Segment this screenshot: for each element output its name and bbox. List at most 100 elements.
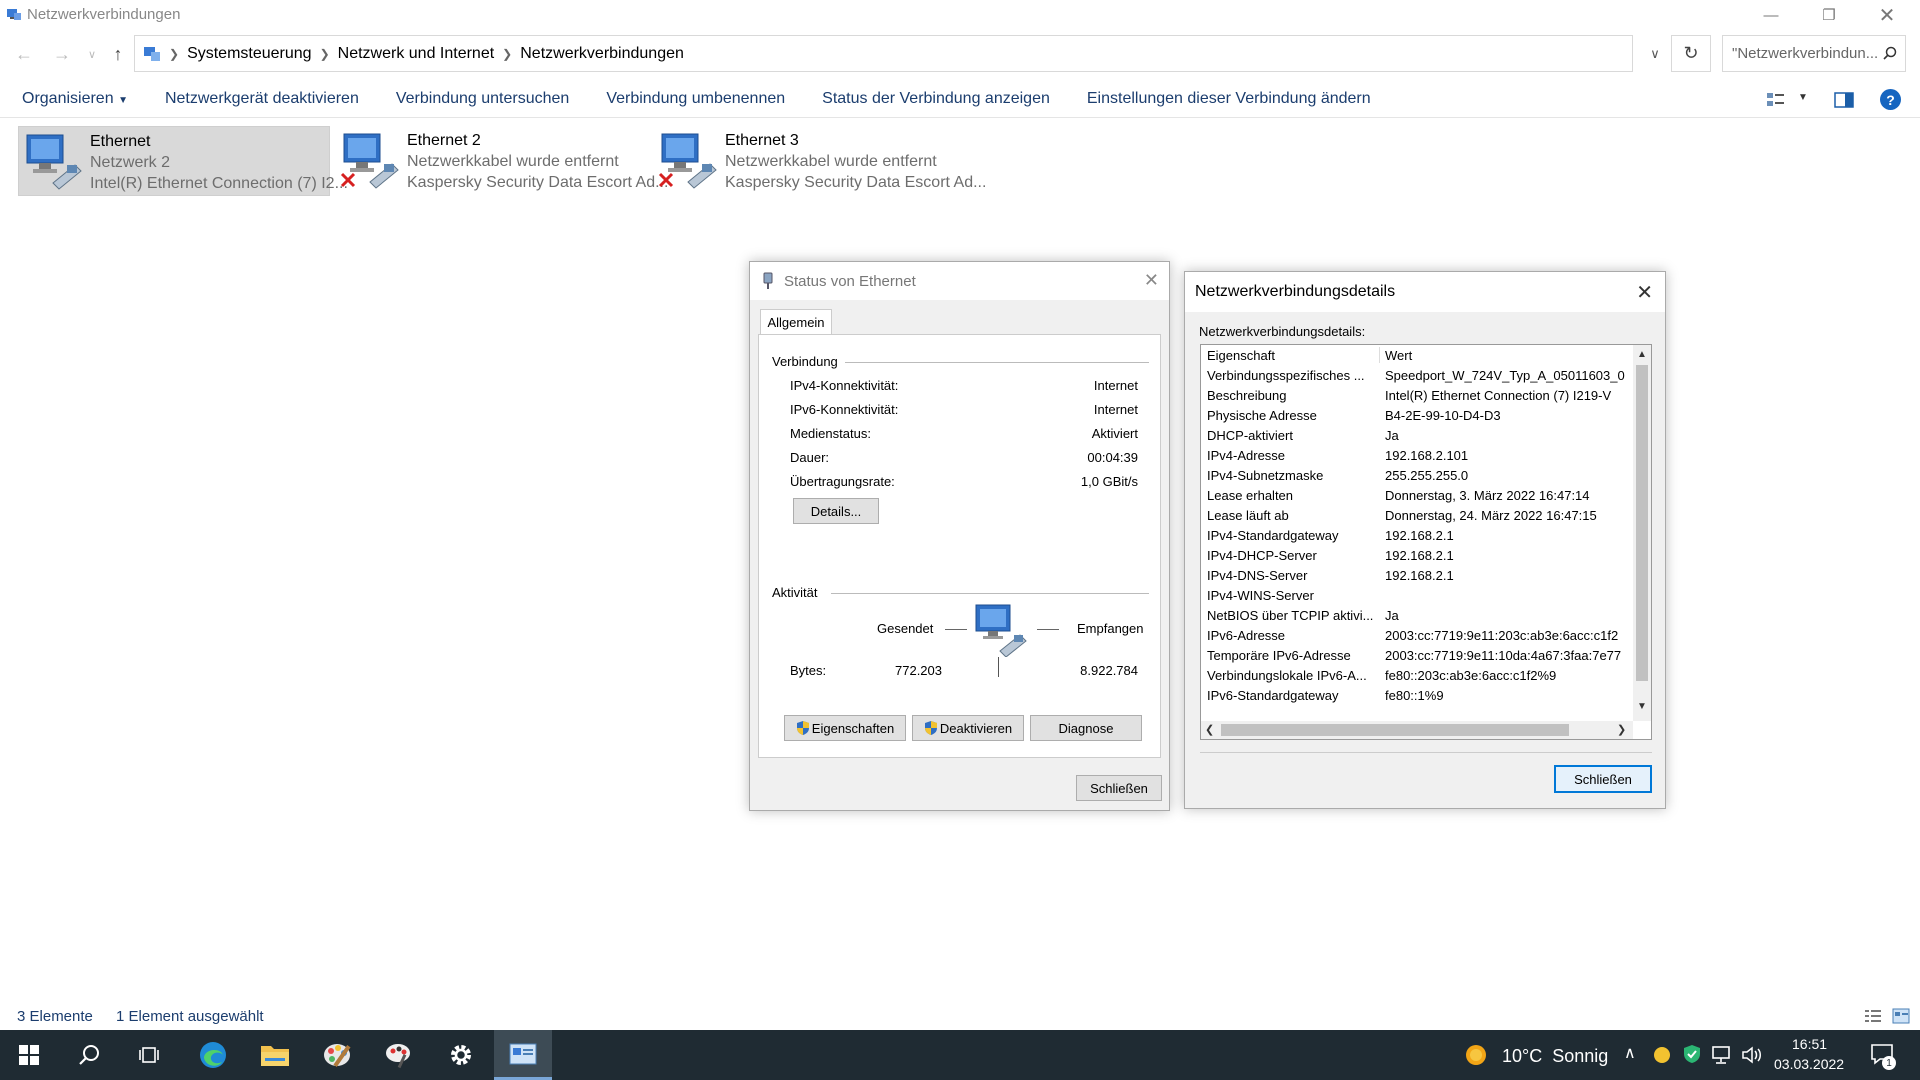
close-icon[interactable]: ✕ xyxy=(1636,280,1653,305)
scrollbar-thumb[interactable] xyxy=(1636,365,1648,681)
details-list-row[interactable]: IPv6-Standardgateway fe80::1%9 xyxy=(1201,685,1633,705)
minimize-button[interactable]: — xyxy=(1742,0,1800,30)
weather-text[interactable]: 10°C Sonnig xyxy=(1502,1046,1608,1067)
disable-button[interactable]: Deaktivieren xyxy=(912,715,1024,741)
organize-menu[interactable]: Organisieren ▼ xyxy=(22,90,128,108)
recent-chevron-icon[interactable]: ∨ xyxy=(78,38,106,70)
details-list-row[interactable]: Verbindungsspezifisches ... Speedport_W_7… xyxy=(1201,365,1633,385)
connection-item-ethernet-2[interactable]: Ethernet 2 Netzwerkkabel wurde entfernt … xyxy=(336,126,668,196)
search-input[interactable]: "Netzwerkverbindun... xyxy=(1722,35,1906,72)
view-status-button[interactable]: Status der Verbindung anzeigen xyxy=(822,90,1050,108)
disable-device-button[interactable]: Netzwerkgerät deaktivieren xyxy=(165,90,359,108)
details-list-row[interactable]: NetBIOS über TCPIP aktivi... Ja xyxy=(1201,605,1633,625)
details-dialog: Netzwerkverbindungsdetails ✕ Netzwerkver… xyxy=(1184,271,1666,809)
tiles-view-icon[interactable] xyxy=(1892,1008,1910,1024)
settings-gear-icon[interactable] xyxy=(432,1030,490,1080)
help-icon[interactable]: ? xyxy=(1880,89,1901,110)
diagnose-button[interactable]: Diagnose xyxy=(1030,715,1142,741)
breadcrumb-item[interactable]: Netzwerkverbindungen xyxy=(520,45,684,63)
scroll-up-icon[interactable]: ▲ xyxy=(1637,349,1647,360)
sent-label: Gesendet xyxy=(877,621,934,636)
weather-sun-icon[interactable] xyxy=(1464,1043,1488,1067)
row-value: Donnerstag, 3. März 2022 16:47:14 xyxy=(1385,488,1590,503)
connection-item-ethernet[interactable]: Ethernet Netzwerk 2 Intel(R) Ethernet Co… xyxy=(18,126,348,196)
show-hidden-icons-chevron[interactable]: ∧ xyxy=(1624,1043,1636,1063)
control-panel-taskbar-icon[interactable] xyxy=(494,1030,552,1080)
volume-icon[interactable] xyxy=(1741,1045,1763,1065)
status-dialog-title: Status von Ethernet xyxy=(784,273,916,290)
kaspersky-shield-icon[interactable] xyxy=(1683,1044,1701,1064)
breadcrumb-item[interactable]: Systemsteuerung xyxy=(187,45,312,63)
row-value: 192.168.2.1 xyxy=(1385,528,1454,543)
details-list-row[interactable]: IPv4-DNS-Server 192.168.2.1 xyxy=(1201,565,1633,585)
back-button[interactable]: ← xyxy=(10,38,38,70)
row-property: IPv6-Standardgateway xyxy=(1207,688,1339,703)
tray-sun-icon[interactable] xyxy=(1652,1045,1672,1065)
breadcrumb-separator-icon: ❯ xyxy=(169,46,180,61)
edge-browser-icon[interactable] xyxy=(184,1030,242,1080)
diagnose-connection-button[interactable]: Verbindung untersuchen xyxy=(396,90,569,108)
connection-item-ethernet-3[interactable]: Ethernet 3 Netzwerkkabel wurde entfernt … xyxy=(654,126,986,196)
details-list-row[interactable]: Temporäre IPv6-Adresse 2003:cc:7719:9e11:… xyxy=(1201,645,1633,665)
bytes-received-value: 8.922.784 xyxy=(1080,663,1138,678)
column-header-property[interactable]: Eigenschaft xyxy=(1207,348,1377,363)
network-tray-icon[interactable] xyxy=(1711,1045,1733,1065)
details-list-row[interactable]: IPv4-Subnetzmaske 255.255.255.0 xyxy=(1201,465,1633,485)
details-list-row[interactable]: Lease läuft ab Donnerstag, 24. März 2022 … xyxy=(1201,505,1633,525)
details-close-button[interactable]: Schließen xyxy=(1554,765,1652,793)
search-taskbar-icon[interactable] xyxy=(60,1030,118,1080)
view-options-icon[interactable] xyxy=(1766,91,1786,109)
close-window-button[interactable]: ✕ xyxy=(1858,0,1916,30)
details-button[interactable]: Details... xyxy=(793,498,879,524)
address-dropdown-icon[interactable]: ∨ xyxy=(1636,35,1674,72)
column-header-value[interactable]: Wert xyxy=(1385,348,1625,363)
preview-pane-icon[interactable] xyxy=(1834,91,1854,109)
start-button[interactable] xyxy=(0,1030,58,1080)
connection-network: Netzwerkkabel wurde entfernt xyxy=(725,153,937,170)
details-list[interactable]: Eigenschaft Wert Verbindungsspezifisches… xyxy=(1200,344,1652,740)
details-horizontal-scrollbar[interactable]: ❮ ❯ xyxy=(1201,721,1633,739)
row-value: 255.255.255.0 xyxy=(1385,468,1469,483)
details-vertical-scrollbar[interactable]: ▲ ▼ xyxy=(1633,345,1651,721)
clock-date[interactable]: 03.03.2022 xyxy=(1774,1056,1844,1072)
address-bar[interactable]: ❯ Systemsteuerung ❯ Netzwerk und Interne… xyxy=(134,35,1633,72)
breadcrumb-item[interactable]: Netzwerk und Internet xyxy=(338,45,495,63)
up-button[interactable]: ↑ xyxy=(104,38,132,70)
details-list-row[interactable]: Verbindungslokale IPv6-A... fe80::203c:ab… xyxy=(1201,665,1633,685)
details-list-row[interactable]: Beschreibung Intel(R) Ethernet Connection… xyxy=(1201,385,1633,405)
rename-connection-button[interactable]: Verbindung umbenennen xyxy=(606,90,785,108)
view-dropdown-icon[interactable]: ▼ xyxy=(1798,92,1808,103)
paint-app-icon[interactable] xyxy=(308,1030,366,1080)
details-list-row[interactable]: IPv4-DHCP-Server 192.168.2.1 xyxy=(1201,545,1633,565)
task-view-icon[interactable] xyxy=(120,1030,178,1080)
forward-button[interactable]: → xyxy=(48,38,76,70)
search-icon[interactable] xyxy=(1883,46,1897,60)
tab-general[interactable]: Allgemein xyxy=(760,309,832,335)
connection-name: Ethernet 3 xyxy=(725,132,799,149)
scroll-right-icon[interactable]: ❯ xyxy=(1617,723,1626,736)
details-list-row[interactable]: IPv4-Adresse 192.168.2.101 xyxy=(1201,445,1633,465)
scroll-down-icon[interactable]: ▼ xyxy=(1637,701,1647,712)
change-settings-button[interactable]: Einstellungen dieser Verbindung ändern xyxy=(1087,90,1371,108)
properties-button[interactable]: Eigenschaften xyxy=(784,715,906,741)
details-list-row[interactable]: IPv4-Standardgateway 192.168.2.1 xyxy=(1201,525,1633,545)
scrollbar-thumb[interactable] xyxy=(1221,724,1569,736)
details-list-row[interactable]: IPv6-Adresse 2003:cc:7719:9e11:203c:ab3e:… xyxy=(1201,625,1633,645)
details-list-row[interactable]: IPv4-WINS-Server xyxy=(1201,585,1633,605)
restore-button[interactable]: ❐ xyxy=(1800,0,1858,30)
details-list-row[interactable]: DHCP-aktiviert Ja xyxy=(1201,425,1633,445)
details-list-row[interactable]: Lease erhalten Donnerstag, 3. März 2022 1… xyxy=(1201,485,1633,505)
row-property: Lease läuft ab xyxy=(1207,508,1289,523)
file-explorer-icon[interactable] xyxy=(246,1030,304,1080)
status-close-button[interactable]: Schließen xyxy=(1076,775,1162,801)
details-view-icon[interactable] xyxy=(1864,1009,1882,1023)
connection-network: Netzwerkkabel wurde entfernt xyxy=(407,153,619,170)
scroll-left-icon[interactable]: ❮ xyxy=(1205,723,1214,736)
clock-time[interactable]: 16:51 xyxy=(1792,1036,1827,1052)
bytes-sent-value: 772.203 xyxy=(895,663,942,678)
details-list-row[interactable]: Physische Adresse B4-2E-99-10-D4-D3 xyxy=(1201,405,1633,425)
close-icon[interactable]: ✕ xyxy=(1144,270,1159,291)
general-tab-pane: Verbindung IPv4-Konnektivität: Internet … xyxy=(758,334,1161,758)
refresh-button[interactable]: ↻ xyxy=(1671,35,1711,72)
paint-3d-icon[interactable] xyxy=(370,1030,428,1080)
